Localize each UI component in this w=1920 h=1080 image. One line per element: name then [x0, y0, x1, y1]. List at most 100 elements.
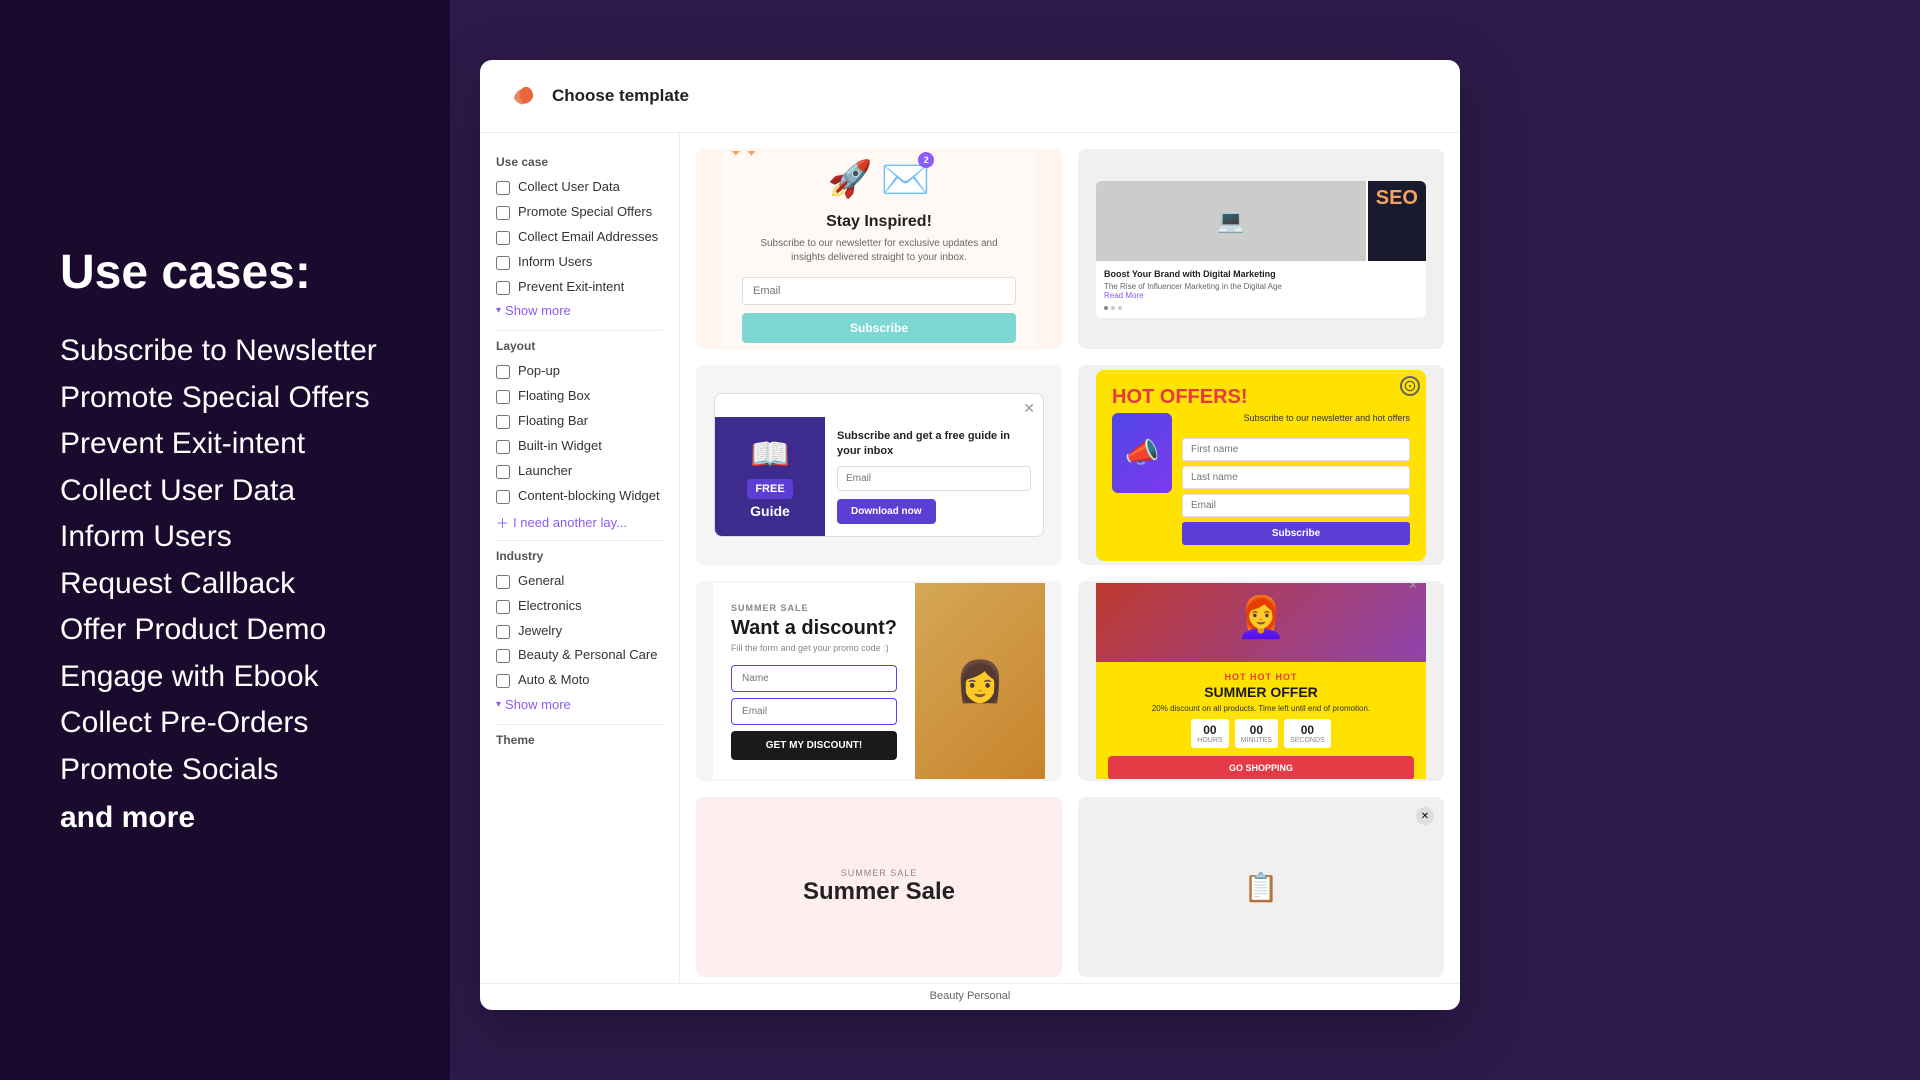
guide-left-panel: 📖 FREE Guide [715, 417, 825, 536]
discount-subtitle: Fill the form and get your promo code :) [731, 643, 897, 653]
template-summer-offer[interactable]: 👩‍🦰 ✕ HOT HOT HOT SUMMER OFFER 20% disco… [1078, 581, 1444, 781]
filter-auto-moto[interactable]: Auto & Moto [496, 672, 663, 689]
filter-collect-user-data-label: Collect User Data [518, 179, 620, 196]
hot-lastname-input[interactable] [1182, 466, 1410, 489]
chevron-down-icon-2: ▾ [496, 699, 501, 710]
beauty-personal-text: Beauty Personal [930, 990, 1011, 1002]
filter-jewelry-checkbox[interactable] [496, 625, 510, 639]
filter-launcher-checkbox[interactable] [496, 465, 510, 479]
filter-inform-label: Inform Users [518, 254, 592, 271]
industry-section-title: Industry [496, 549, 663, 563]
countdown-hours-value: 00 [1197, 723, 1222, 737]
choose-template-modal: Choose template Use case Collect User Da… [480, 60, 1460, 1010]
add-layout-button[interactable]: ＋ I need another lay... [496, 513, 627, 532]
filter-floating-bar[interactable]: Floating Bar [496, 413, 663, 430]
filter-content-blocking[interactable]: Content-blocking Widget [496, 488, 663, 505]
summer2-tag: SUMMER SALE [714, 868, 1044, 878]
filter-floating-box-checkbox[interactable] [496, 390, 510, 404]
theme-section-title: Theme [496, 733, 663, 747]
filter-popup-checkbox[interactable] [496, 365, 510, 379]
discount-email-input[interactable] [731, 698, 897, 725]
use-case-prevent-exit[interactable]: Prevent Exit-intent [60, 421, 390, 468]
blog-read-more-1[interactable]: Read More [1104, 291, 1418, 300]
discount-get-button[interactable]: GET MY DISCOUNT! [731, 731, 897, 760]
use-case-subscribe[interactable]: Subscribe to Newsletter [60, 328, 390, 375]
filter-promote-special-checkbox[interactable] [496, 206, 510, 220]
filter-general-checkbox[interactable] [496, 575, 510, 589]
filter-inform[interactable]: Inform Users [496, 254, 663, 271]
filter-collect-user-data-checkbox[interactable] [496, 181, 510, 195]
countdown-minutes-label: MINUTES [1241, 737, 1273, 744]
filter-collect-email[interactable]: Collect Email Addresses [496, 229, 663, 246]
use-case-callback[interactable]: Request Callback [60, 561, 390, 608]
filter-jewelry[interactable]: Jewelry [496, 623, 663, 640]
guide-download-button[interactable]: Download now [837, 499, 936, 524]
guide-close-icon[interactable]: ✕ [1023, 400, 1035, 417]
hot-offers-illustration: 📣 [1112, 413, 1172, 493]
filter-popup[interactable]: Pop-up [496, 363, 663, 380]
summer-close-icon[interactable]: ✕ [1408, 581, 1418, 592]
countdown-seconds-value: 00 [1290, 723, 1325, 737]
use-case-show-more-button[interactable]: ▾ Show more [496, 303, 571, 318]
hot-offers-close-icon[interactable]: ⊙ [1400, 376, 1420, 396]
use-case-ebook[interactable]: Engage with Ebook [60, 654, 390, 701]
hot-subscribe-button[interactable]: Subscribe [1182, 522, 1410, 545]
filter-auto-moto-checkbox[interactable] [496, 674, 510, 688]
filter-collect-email-checkbox[interactable] [496, 231, 510, 245]
filter-launcher-label: Launcher [518, 463, 572, 480]
guide-body: 📖 FREE Guide Subscribe and get a free gu… [715, 417, 1043, 536]
use-case-socials[interactable]: Promote Socials [60, 747, 390, 794]
template-newsletter[interactable]: ✦ ✦ 🚀 ✉️ 2 Stay Inspired! Subscribe to o… [696, 149, 1062, 349]
template-discount[interactable]: SUMMER SALE Want a discount? Fill the fo… [696, 581, 1062, 781]
filter-beauty[interactable]: Beauty & Personal Care [496, 647, 663, 664]
filter-content-blocking-checkbox[interactable] [496, 490, 510, 504]
newsletter-email-input[interactable] [742, 277, 1016, 305]
blog-content: Boost Your Brand with Digital Marketing … [1096, 261, 1426, 318]
envelope-wrapper: ✉️ 2 [881, 156, 931, 203]
guide-popup: ✕ 📖 FREE Guide Subscribe and get a free … [714, 393, 1044, 537]
use-case-promote-special[interactable]: Promote Special Offers [60, 375, 390, 422]
seo-text: SEO [1376, 187, 1418, 210]
summer-image-top: 👩‍🦰 [1096, 581, 1426, 662]
filter-built-in-widget-label: Built-in Widget [518, 438, 602, 455]
filter-collect-user-data[interactable]: Collect User Data [496, 179, 663, 196]
guide-email-input[interactable] [837, 466, 1031, 491]
filter-built-in-widget-checkbox[interactable] [496, 440, 510, 454]
filter-electronics-checkbox[interactable] [496, 600, 510, 614]
use-case-collect-data[interactable]: Collect User Data [60, 468, 390, 515]
use-case-product-demo[interactable]: Offer Product Demo [60, 607, 390, 654]
filter-inform-checkbox[interactable] [496, 256, 510, 270]
blog-headline: Boost Your Brand with Digital Marketing [1104, 269, 1418, 279]
filter-launcher[interactable]: Launcher [496, 463, 663, 480]
filter-floating-bar-checkbox[interactable] [496, 415, 510, 429]
filter-prevent-exit-checkbox[interactable] [496, 281, 510, 295]
hot-email-input[interactable] [1182, 494, 1410, 517]
template-extra[interactable]: ✕ 📋 [1078, 797, 1444, 977]
filter-promote-special[interactable]: Promote Special Offers [496, 204, 663, 221]
newsletter-subscribe-button[interactable]: Subscribe [742, 313, 1016, 343]
summer-go-shopping-button[interactable]: GO SHOPPING [1108, 756, 1414, 780]
template-summer-sale2[interactable]: SUMMER SALE Summer Sale [696, 797, 1062, 977]
template-hot-offers[interactable]: ⊙ HOT OFFERS! 📣 Subscribe to our newslet… [1078, 365, 1444, 565]
filter-electronics[interactable]: Electronics [496, 598, 663, 615]
template-blog[interactable]: 💻 SEO Boost Your Brand with Digital Mark… [1078, 149, 1444, 349]
filter-floating-box[interactable]: Floating Box [496, 388, 663, 405]
newsletter-icons: 🚀 ✉️ 2 [742, 156, 1016, 203]
use-case-preorders[interactable]: Collect Pre-Orders [60, 700, 390, 747]
template-guide[interactable]: ✕ 📖 FREE Guide Subscribe and get a free … [696, 365, 1062, 565]
industry-show-more-button[interactable]: ▾ Show more [496, 697, 571, 712]
filter-prevent-exit[interactable]: Prevent Exit-intent [496, 279, 663, 296]
use-case-inform[interactable]: Inform Users [60, 514, 390, 561]
use-case-show-more-label: Show more [505, 303, 571, 318]
industry-show-more-label: Show more [505, 697, 571, 712]
hot-firstname-input[interactable] [1182, 438, 1410, 461]
blog-image-laptop: 💻 [1096, 181, 1366, 261]
guide-right-panel: Subscribe and get a free guide in your i… [825, 417, 1043, 536]
filter-general[interactable]: General [496, 573, 663, 590]
summer-inner: 👩‍🦰 ✕ HOT HOT HOT SUMMER OFFER 20% disco… [1096, 581, 1426, 781]
discount-name-input[interactable] [731, 665, 897, 692]
discount-form-side: SUMMER SALE Want a discount? Fill the fo… [713, 581, 915, 781]
extra-close-icon[interactable]: ✕ [1416, 807, 1434, 825]
filter-beauty-checkbox[interactable] [496, 649, 510, 663]
filter-built-in-widget[interactable]: Built-in Widget [496, 438, 663, 455]
